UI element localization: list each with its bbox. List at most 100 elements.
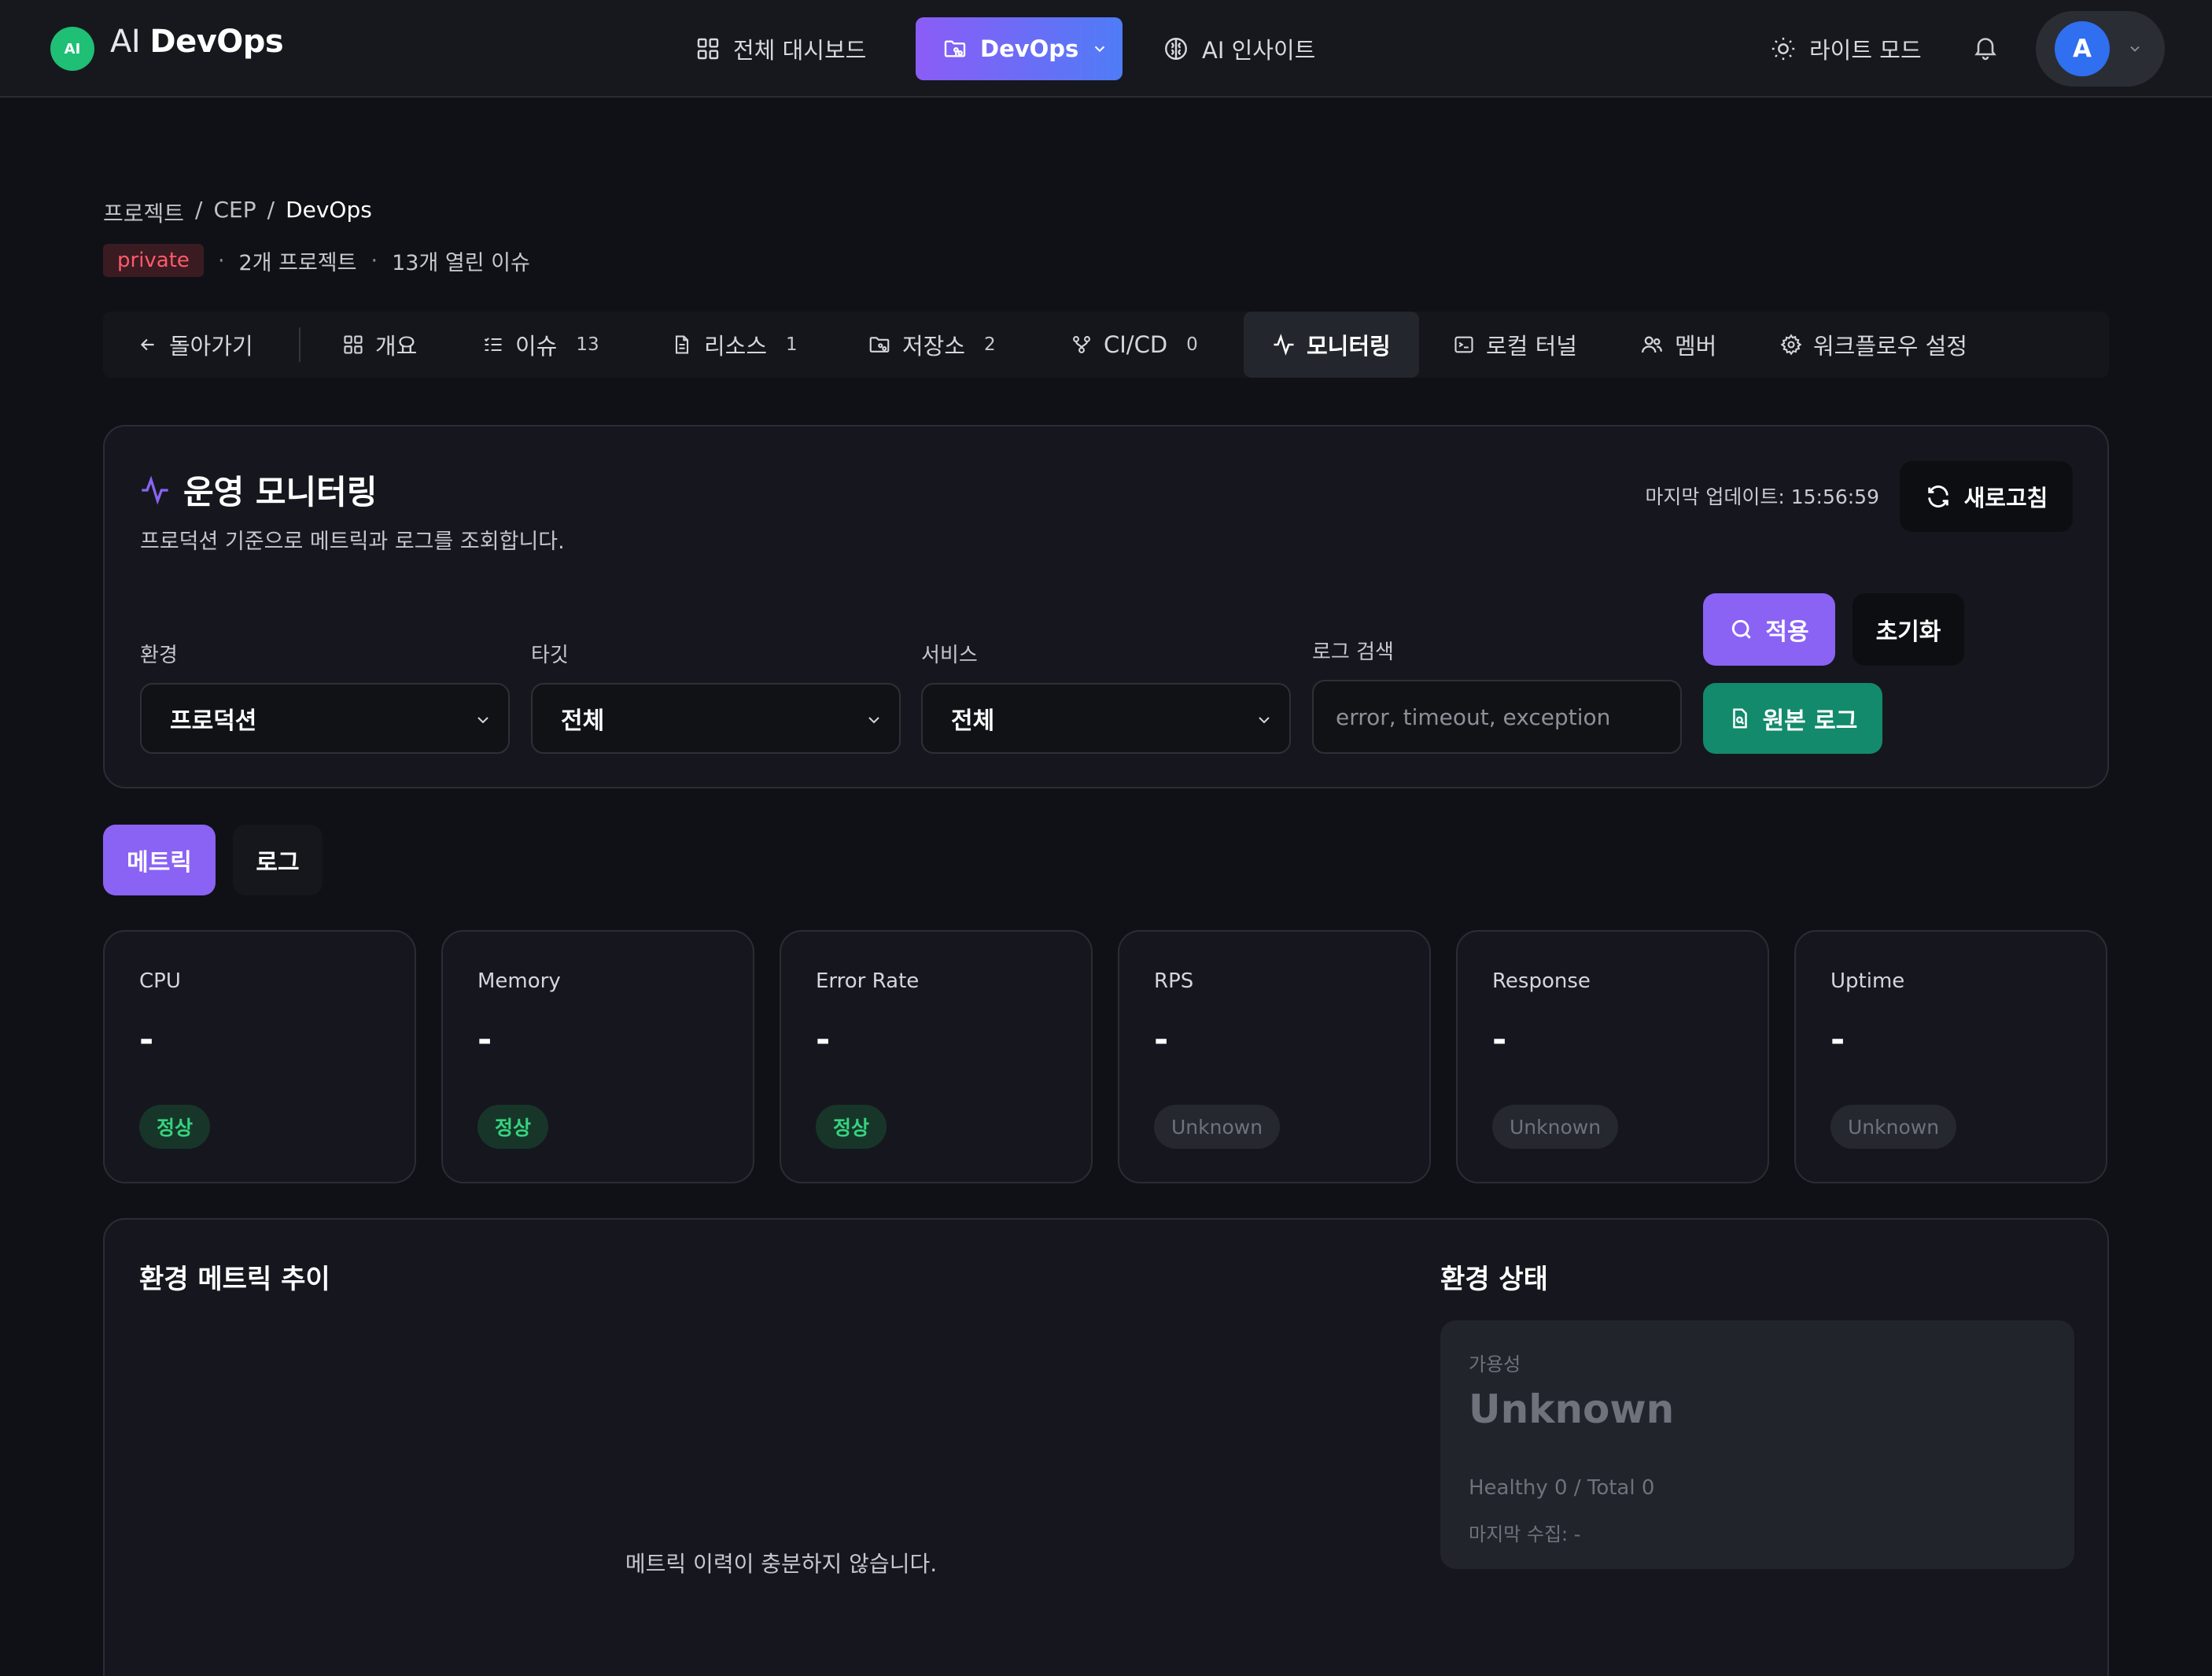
refresh-button[interactable]: 새로고침 (1900, 461, 2073, 532)
env-select-value: 프로덕션 (170, 707, 257, 735)
apply-label: 적용 (1765, 618, 1809, 646)
raw-log-button[interactable]: 원본 로그 (1703, 683, 1882, 754)
log-search-label: 로그 검색 (1312, 640, 1394, 664)
logo-badge[interactable]: AI (50, 27, 94, 71)
app-logo[interactable]: AI DevOps (110, 24, 284, 60)
status-badge: Unknown (1492, 1105, 1619, 1149)
nav-devops-dropdown[interactable]: DevOps (916, 17, 1123, 80)
sun-icon (1770, 35, 1797, 62)
logo-name: DevOps (149, 24, 284, 60)
status-badge: 정상 (139, 1105, 211, 1149)
target-filter-label: 타깃 (531, 644, 569, 667)
breadcrumb-separator: / (195, 197, 203, 223)
tab-members-label: 멤버 (1675, 333, 1717, 360)
tab-issues[interactable]: 이슈 13 (482, 312, 599, 378)
breadcrumb-separator: / (267, 197, 275, 223)
tab-resources-label: 리소스 (704, 333, 768, 360)
raw-log-label: 원본 로그 (1762, 707, 1858, 735)
file-search-icon (1728, 707, 1752, 730)
tab-monitoring[interactable]: 모니터링 (1244, 312, 1419, 378)
list-check-icon (482, 334, 504, 356)
monitoring-panel: 운영 모니터링 프로덕션 기준으로 메트릭과 로그를 조회합니다. 마지막 업데… (103, 425, 2109, 788)
status-badge: Unknown (1830, 1105, 1957, 1149)
metric-label: Memory (477, 969, 561, 993)
metric-card-memory: Memory - 정상 (441, 930, 754, 1183)
last-collected: 마지막 수집: - (1469, 1523, 1581, 1545)
reset-button[interactable]: 초기화 (1853, 593, 1964, 666)
metric-card-response: Response - Unknown (1456, 930, 1769, 1183)
metric-value: - (477, 1020, 492, 1060)
tab-issues-label: 이슈 (515, 333, 558, 360)
tab-divider (299, 327, 300, 362)
bell-icon[interactable] (1971, 31, 2000, 63)
tab-monitoring-label: 모니터링 (1307, 333, 1391, 360)
metric-value: - (1830, 1020, 1845, 1060)
service-select[interactable]: 전체 (921, 683, 1291, 754)
users-icon (1640, 333, 1664, 356)
tab-cicd-label: CI/CD (1104, 331, 1168, 358)
avatar: A (2055, 21, 2110, 76)
folder-git-icon (942, 36, 968, 61)
metric-trend-empty-message: 메트릭 이력이 충분하지 않습니다. (625, 1551, 938, 1577)
env-select[interactable]: 프로덕션 (140, 683, 510, 754)
env-filter-label: 환경 (140, 644, 178, 667)
tab-metrics[interactable]: 메트릭 (103, 825, 216, 895)
environment-panel: 환경 메트릭 추이 메트릭 이력이 충분하지 않습니다. 환경 상태 가용성 U… (103, 1218, 2109, 1676)
status-badge: 정상 (477, 1105, 549, 1149)
target-select[interactable]: 전체 (531, 683, 901, 754)
git-merge-icon (1071, 334, 1093, 356)
folder-git-icon (868, 333, 891, 356)
back-label: 돌아가기 (169, 333, 253, 360)
open-issue-count: 13개 열린 이슈 (392, 250, 530, 275)
tab-local-tunnel-label: 로컬 터널 (1486, 333, 1577, 360)
chevron-down-icon (474, 711, 492, 729)
last-update-time: 마지막 업데이트: 15:56:59 (1645, 485, 1879, 508)
status-badge: 정상 (816, 1105, 887, 1149)
tab-issues-count: 13 (576, 334, 599, 355)
activity-icon (1272, 333, 1296, 356)
env-status-title: 환경 상태 (1440, 1264, 1548, 1295)
tab-cicd-count: 0 (1186, 334, 1198, 355)
tab-workflow-settings[interactable]: 워크플로우 설정 (1780, 312, 1967, 378)
user-menu[interactable]: A (2036, 11, 2165, 87)
tab-members[interactable]: 멤버 (1640, 312, 1716, 378)
breadcrumb-projects[interactable]: 프로젝트 (103, 197, 184, 228)
metric-card-rps: RPS - Unknown (1118, 930, 1431, 1183)
nav-dashboard[interactable]: 전체 대시보드 (695, 17, 866, 80)
tab-repositories-label: 저장소 (902, 333, 966, 360)
breadcrumb-current: DevOps (286, 197, 372, 223)
apply-button[interactable]: 적용 (1703, 593, 1835, 666)
service-filter-label: 서비스 (921, 644, 978, 667)
nav-ai-insight-label: AI 인사이트 (1202, 37, 1316, 64)
project-count: 2개 프로젝트 (238, 250, 357, 275)
breadcrumb-cep[interactable]: CEP (213, 197, 256, 228)
tab-local-tunnel[interactable]: 로컬 터널 (1453, 312, 1577, 378)
metric-label: Response (1492, 969, 1591, 993)
metric-card-error-rate: Error Rate - 정상 (780, 930, 1093, 1183)
breadcrumb: 프로젝트 / CEP / DevOps (103, 197, 372, 228)
target-select-value: 전체 (561, 707, 605, 735)
page-title: 운영 모니터링 (139, 466, 377, 514)
tab-resources[interactable]: 리소스 1 (671, 312, 798, 378)
gear-icon (1780, 334, 1802, 356)
tab-cicd[interactable]: CI/CD 0 (1071, 312, 1198, 378)
nav-devops-label: DevOps (980, 35, 1079, 62)
file-text-icon (671, 334, 693, 356)
healthy-total: Healthy 0 / Total 0 (1469, 1476, 1655, 1500)
grid-icon (695, 36, 721, 61)
log-search-input[interactable] (1312, 680, 1682, 754)
light-mode-toggle[interactable]: 라이트 모드 (1770, 17, 1922, 80)
metric-label: CPU (139, 969, 181, 993)
service-select-value: 전체 (951, 707, 995, 735)
back-button[interactable]: 돌아가기 (138, 312, 253, 378)
tab-resources-count: 1 (786, 334, 798, 355)
metric-value: - (1492, 1020, 1507, 1060)
nav-ai-insight[interactable]: AI 인사이트 (1163, 17, 1315, 80)
env-status-card: 가용성 Unknown Healthy 0 / Total 0 마지막 수집: … (1440, 1320, 2074, 1569)
page-title-text: 운영 모니터링 (183, 473, 378, 511)
tab-logs[interactable]: 로그 (233, 825, 323, 895)
metric-value: - (139, 1020, 154, 1060)
arrow-left-icon (138, 334, 158, 355)
tab-overview[interactable]: 개요 (342, 312, 417, 378)
tab-repositories[interactable]: 저장소 2 (868, 312, 996, 378)
